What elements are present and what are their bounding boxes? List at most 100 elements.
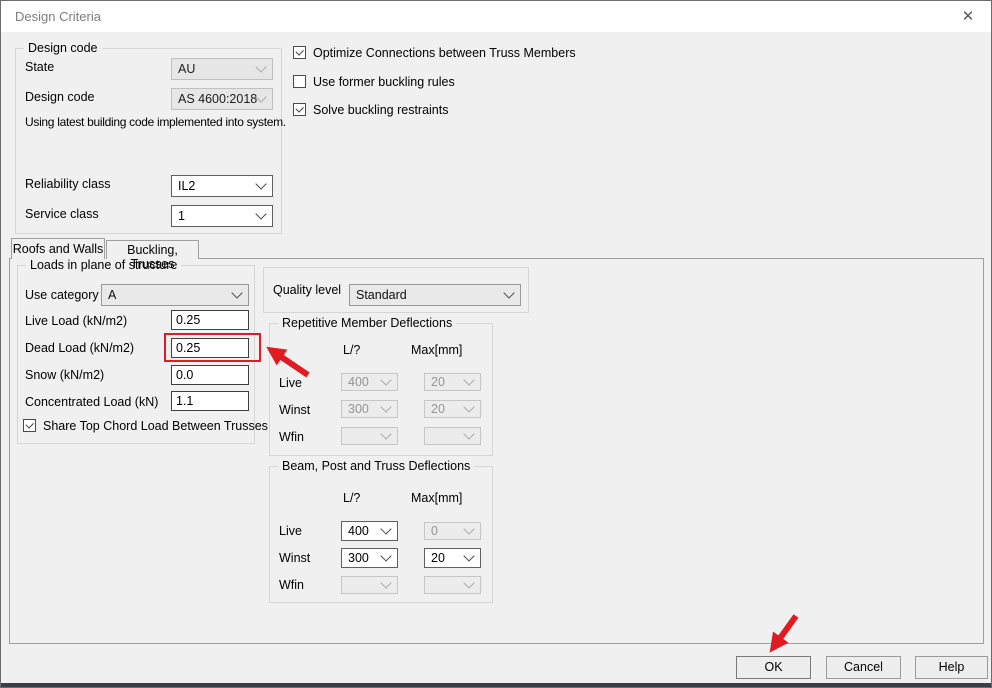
tab-buckling-trusses[interactable]: Buckling, Trusses [106,240,199,259]
beam-deflections-caption: Beam, Post and Truss Deflections [278,459,474,473]
concentrated-load-input[interactable] [171,391,249,411]
service-class-value: 1 [178,209,185,223]
reliability-class-value: IL2 [178,179,195,193]
tab-label: Roofs and Walls [13,242,104,256]
design-code-select-value: AS 4600:2018 [178,92,257,106]
beam-col-max-header: Max[mm] [411,491,462,505]
use-category-label: Use category [25,288,99,302]
share-top-chord-label: Share Top Chord Load Between Trusses [43,419,268,433]
chevron-down-icon [255,208,266,219]
repetitive-winst-max-select[interactable]: 20 [424,400,481,418]
repetitive-live-max-select[interactable]: 20 [424,373,481,391]
optimize-connections-label: Optimize Connections between Truss Membe… [313,46,576,60]
repetitive-winst-l-select[interactable]: 300 [341,400,398,418]
quality-level-label: Quality level [273,283,341,297]
dialog-title: Design Criteria [15,9,101,24]
design-code-label: Design code [25,90,95,104]
design-code-note: Using latest building code implemented i… [25,115,286,129]
dead-load-highlight-box [164,333,261,362]
quality-level-select[interactable]: Standard [349,284,521,306]
chevron-down-icon [463,550,474,561]
value: 20 [431,551,445,565]
use-category-value: A [108,288,116,302]
chevron-down-icon [380,401,391,412]
beam-wfin-l-select[interactable] [341,576,398,594]
title-bar: Design Criteria ✕ [1,1,991,32]
solve-buckling-label: Solve buckling restraints [313,103,448,117]
repetitive-row-live-label: Live [279,376,302,390]
chevron-down-icon [380,523,391,534]
checkbox-icon [293,103,306,116]
beam-row-wfin-label: Wfin [279,578,304,592]
state-select[interactable]: AU [171,58,273,80]
snow-input[interactable] [171,365,249,385]
checkbox-icon [293,46,306,59]
ok-button[interactable]: OK [736,656,811,679]
chevron-down-icon [503,287,514,298]
tab-label: Buckling, Trusses [127,243,178,271]
chevron-down-icon [255,178,266,189]
chevron-down-icon [255,61,266,72]
value: 0 [431,524,438,538]
cancel-button[interactable]: Cancel [826,656,901,679]
optimize-connections-checkbox[interactable]: Optimize Connections between Truss Membe… [293,46,576,60]
beam-live-l-select[interactable]: 400 [341,521,398,541]
beam-live-max-select[interactable]: 0 [424,522,481,540]
repetitive-row-winst-label: Winst [279,403,310,417]
repetitive-col-l-header: L/? [343,343,360,357]
live-load-label: Live Load (kN/m2) [25,314,127,328]
repetitive-live-l-select[interactable]: 400 [341,373,398,391]
chevron-down-icon [463,577,474,588]
service-class-label: Service class [25,207,99,221]
beam-wfin-max-select[interactable] [424,576,481,594]
close-icon: ✕ [962,8,975,25]
checkbox-icon [23,419,36,432]
state-label: State [25,60,54,74]
chevron-down-icon [380,374,391,385]
tab-roofs-and-walls[interactable]: Roofs and Walls [11,238,105,259]
former-buckling-label: Use former buckling rules [313,75,455,89]
chevron-down-icon [380,550,391,561]
share-top-chord-checkbox[interactable]: Share Top Chord Load Between Trusses [23,419,268,433]
use-category-select[interactable]: A [101,284,249,306]
beam-winst-max-select[interactable]: 20 [424,548,481,568]
beam-row-live-label: Live [279,524,302,538]
service-class-select[interactable]: 1 [171,205,273,227]
reliability-class-label: Reliability class [25,177,110,191]
window-bottom-edge [1,683,991,687]
solve-buckling-checkbox[interactable]: Solve buckling restraints [293,103,448,117]
value: 400 [348,524,369,538]
concentrated-load-label: Concentrated Load (kN) [25,395,158,409]
beam-row-winst-label: Winst [279,551,310,565]
repetitive-wfin-max-select[interactable] [424,427,481,445]
value: 20 [431,375,445,389]
close-button[interactable]: ✕ [957,6,979,28]
beam-col-l-header: L/? [343,491,360,505]
chevron-down-icon [463,374,474,385]
dead-load-label: Dead Load (kN/m2) [25,341,134,355]
reliability-class-select[interactable]: IL2 [171,175,273,197]
value: 300 [348,402,369,416]
value: 300 [348,551,369,565]
help-button[interactable]: Help [915,656,988,679]
state-select-value: AU [178,62,195,76]
quality-level-value: Standard [356,288,407,302]
value: 20 [431,402,445,416]
chevron-down-icon [463,428,474,439]
chevron-down-icon [256,91,267,102]
chevron-down-icon [463,523,474,534]
chevron-down-icon [380,428,391,439]
chevron-down-icon [231,287,242,298]
repetitive-deflections-caption: Repetitive Member Deflections [278,316,456,330]
value: 400 [348,375,369,389]
repetitive-col-max-header: Max[mm] [411,343,462,357]
repetitive-wfin-l-select[interactable] [341,427,398,445]
checkbox-icon [293,75,306,88]
beam-winst-l-select[interactable]: 300 [341,548,398,568]
chevron-down-icon [463,401,474,412]
chevron-down-icon [380,577,391,588]
design-code-group-caption: Design code [24,41,102,55]
live-load-input[interactable] [171,310,249,330]
design-code-select[interactable]: AS 4600:2018 [171,88,273,110]
former-buckling-checkbox[interactable]: Use former buckling rules [293,75,455,89]
